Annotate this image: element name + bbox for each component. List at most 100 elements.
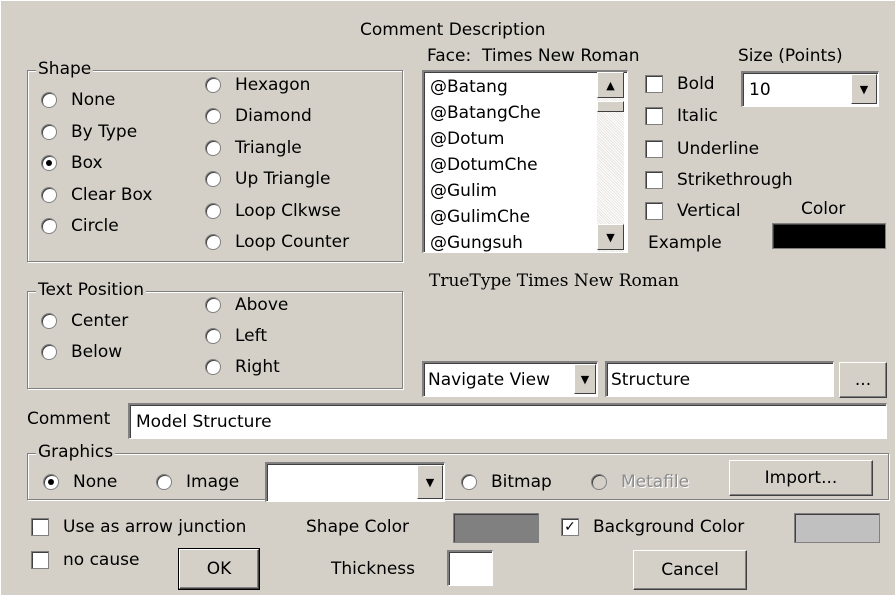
list-item[interactable]: @Batang	[424, 74, 596, 100]
image-select[interactable]: ▼	[265, 462, 445, 502]
shape-circle-radio[interactable]: Circle	[41, 214, 119, 238]
text-right-radio[interactable]: Right	[205, 355, 280, 379]
text-below-radio[interactable]: Below	[41, 340, 122, 364]
font-size-select[interactable]: 10 ▼	[741, 71, 879, 107]
radio-label: Left	[235, 326, 267, 346]
font-face-label: Face: Times New Roman	[427, 46, 640, 66]
radio-label: Metafile	[621, 472, 690, 492]
arrow-junction-checkbox[interactable]: Use as arrow junction	[31, 515, 246, 539]
radio-icon	[156, 474, 172, 490]
shape-diamond-radio[interactable]: Diamond	[205, 104, 312, 128]
radio-label: Diamond	[235, 106, 312, 126]
font-list[interactable]: @Batang @BatangChe @Dotum @DotumChe @Gul…	[422, 70, 628, 253]
chevron-down-icon[interactable]: ▼	[574, 364, 596, 394]
shape-box-radio[interactable]: Box	[41, 151, 103, 175]
shape-color-swatch[interactable]	[453, 513, 539, 543]
checkbox-label: Strikethrough	[677, 170, 793, 190]
radio-icon	[41, 218, 57, 234]
shape-triangle-radio[interactable]: Triangle	[205, 136, 302, 160]
navigate-target-value: Structure	[611, 370, 691, 390]
color-label: Color	[801, 199, 846, 219]
text-left-radio[interactable]: Left	[205, 324, 267, 348]
radio-label: Box	[71, 153, 103, 173]
comment-label: Comment	[27, 409, 111, 429]
graphics-image-radio[interactable]: Image	[156, 470, 239, 494]
radio-label: By Type	[71, 122, 138, 142]
radio-icon	[205, 297, 221, 313]
browse-button[interactable]: ...	[839, 362, 887, 398]
shape-color-label: Shape Color	[306, 517, 410, 537]
checkmark-icon: ✓	[561, 518, 579, 536]
radio-icon	[205, 203, 221, 219]
strikethrough-checkbox[interactable]: Strikethrough	[645, 168, 793, 192]
comment-input[interactable]: Model Structure	[128, 403, 887, 439]
navigate-view-value: Navigate View	[428, 370, 550, 390]
list-item[interactable]: @Gungsuh	[424, 230, 596, 252]
checkbox-label: Underline	[677, 139, 760, 159]
radio-icon	[461, 474, 477, 490]
radio-icon	[205, 234, 221, 250]
radio-icon	[41, 92, 57, 108]
radio-label: Triangle	[235, 138, 302, 158]
radio-icon	[41, 344, 57, 360]
cancel-button[interactable]: Cancel	[633, 550, 747, 590]
shape-hexagon-radio[interactable]: Hexagon	[205, 73, 310, 97]
radio-label: Up Triangle	[235, 169, 331, 189]
list-item[interactable]: @BatangChe	[424, 100, 596, 126]
radio-selected-icon	[41, 155, 57, 171]
radio-label: Clear Box	[71, 185, 153, 205]
example-label: Example	[648, 233, 722, 253]
navigate-view-select[interactable]: Navigate View ▼	[422, 361, 598, 397]
chevron-down-icon[interactable]: ▼	[417, 465, 443, 499]
checkbox-label: Italic	[677, 106, 718, 126]
shape-loop-clkwse-radio[interactable]: Loop Clkwse	[205, 199, 341, 223]
ok-button[interactable]: OK	[178, 548, 260, 590]
italic-checkbox[interactable]: Italic	[645, 104, 718, 128]
radio-label: Bitmap	[491, 472, 552, 492]
font-size-label: Size (Points)	[738, 46, 843, 66]
graphics-legend: Graphics	[36, 442, 116, 462]
font-sample-text: TrueType Times New Roman	[429, 271, 679, 291]
list-item[interactable]: @Dotum	[424, 126, 596, 152]
text-center-radio[interactable]: Center	[41, 309, 128, 333]
checkbox-icon	[645, 107, 663, 125]
checkbox-icon	[645, 140, 663, 158]
font-color-swatch[interactable]	[772, 223, 886, 249]
shape-loop-counter-radio[interactable]: Loop Counter	[205, 230, 349, 254]
bold-checkbox[interactable]: Bold	[645, 72, 715, 96]
graphics-none-radio[interactable]: None	[43, 470, 117, 494]
shape-clear-box-radio[interactable]: Clear Box	[41, 183, 152, 207]
list-item[interactable]: @Gulim	[424, 178, 596, 204]
scroll-thumb[interactable]	[597, 101, 624, 112]
dialog-title: Comment Description	[360, 20, 546, 40]
list-item[interactable]: @GulimChe	[424, 204, 596, 230]
radio-label: Image	[186, 472, 240, 492]
checkbox-label: no cause	[63, 550, 140, 570]
shape-by-type-radio[interactable]: By Type	[41, 120, 137, 144]
background-color-swatch[interactable]	[794, 513, 880, 543]
background-color-checkbox[interactable]: ✓ Background Color	[561, 515, 744, 539]
text-above-radio[interactable]: Above	[205, 293, 288, 317]
checkbox-label: Bold	[677, 74, 715, 94]
radio-label: Above	[235, 295, 289, 315]
radio-label: None	[73, 472, 118, 492]
import-button[interactable]: Import...	[729, 460, 873, 496]
list-item[interactable]: @DotumChe	[424, 152, 596, 178]
radio-label: Center	[71, 311, 129, 331]
radio-selected-icon	[43, 474, 59, 490]
chevron-down-icon[interactable]: ▼	[851, 74, 877, 104]
shape-none-radio[interactable]: None	[41, 88, 115, 112]
shape-up-triangle-radio[interactable]: Up Triangle	[205, 167, 330, 191]
graphics-bitmap-radio[interactable]: Bitmap	[461, 470, 552, 494]
radio-icon	[41, 313, 57, 329]
underline-checkbox[interactable]: Underline	[645, 137, 759, 161]
navigate-target-field[interactable]: Structure	[605, 361, 834, 397]
radio-icon	[591, 474, 607, 490]
scroll-up-arrow-icon[interactable]: ▲	[597, 72, 624, 98]
no-cause-checkbox[interactable]: no cause	[31, 548, 139, 572]
radio-icon	[205, 77, 221, 93]
scroll-down-arrow-icon[interactable]: ▼	[597, 224, 624, 250]
thickness-input[interactable]	[447, 550, 493, 586]
font-list-scrollbar[interactable]: ▲ ▼	[597, 72, 624, 252]
vertical-checkbox[interactable]: Vertical	[645, 199, 741, 223]
